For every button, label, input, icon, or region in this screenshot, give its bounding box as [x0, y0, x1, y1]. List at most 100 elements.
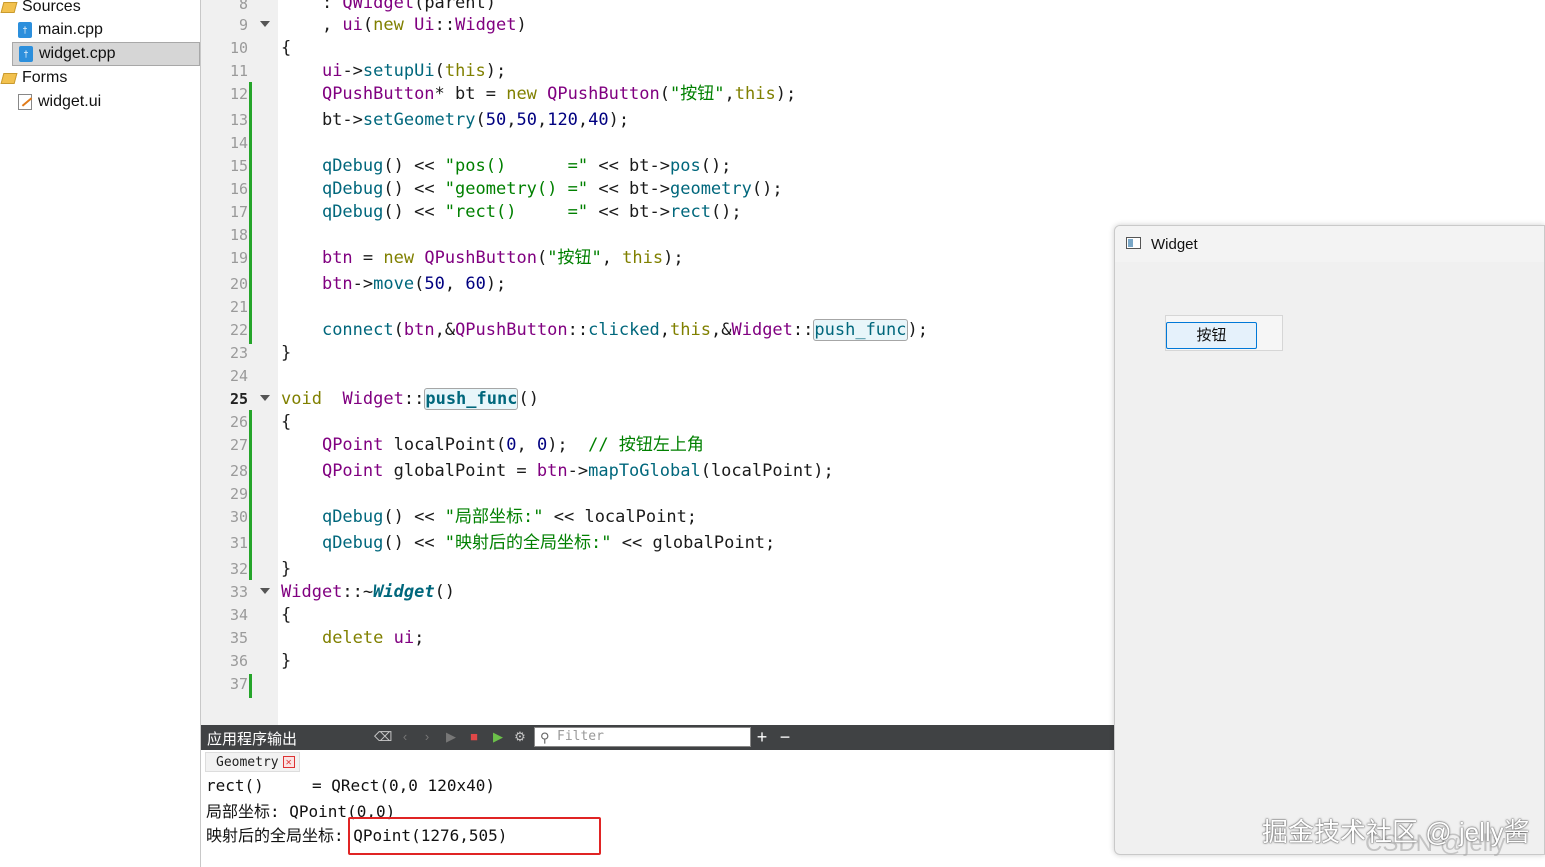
line-number: 16: [229, 180, 248, 198]
line-number: 11: [229, 62, 248, 80]
change-marker: [249, 410, 252, 580]
watermark-juejin: 掘金技术社区 @ jelly酱: [1262, 817, 1530, 847]
tree-item-label: Sources: [22, 0, 81, 15]
line-number: 24: [229, 367, 248, 385]
code-line-36: }: [281, 651, 292, 671]
run-icon[interactable]: ▶: [444, 730, 458, 744]
widget-window: Widget 按钮: [1114, 225, 1545, 855]
gear-icon[interactable]: ⚙: [513, 730, 527, 744]
line-number: 37: [229, 675, 248, 693]
window-title: Widget: [1151, 236, 1198, 253]
line-number: 28: [229, 462, 248, 480]
filter-input[interactable]: ⚲ Filter: [534, 727, 751, 747]
line-number: 14: [229, 134, 248, 152]
push-button[interactable]: 按钮: [1166, 322, 1257, 349]
change-marker: [249, 82, 252, 344]
code-line-25: void Widget::push_func(): [281, 388, 539, 410]
zoom-in-icon[interactable]: +: [755, 728, 769, 746]
tree-item-sources[interactable]: Sources: [0, 0, 198, 19]
code-line-12: QPushButton* bt = new QPushButton("按钮",t…: [321, 84, 797, 104]
line-number: 13: [229, 111, 248, 129]
fold-arrow-icon[interactable]: [260, 588, 270, 594]
line-number-current: 25: [229, 390, 248, 408]
code-line-30: qDebug() << "局部坐标:" << localPoint;: [321, 507, 698, 527]
output-line: rect() = QRect(0,0 120x40): [206, 776, 495, 795]
change-marker: [249, 674, 252, 698]
code-line-20: btn->move(50, 60);: [321, 274, 507, 294]
next-item-icon[interactable]: ›: [420, 730, 434, 744]
stop-icon[interactable]: ■: [467, 730, 481, 744]
line-number: 17: [229, 203, 248, 221]
code-line-27: QPoint localPoint(0, 0); // 按钮左上角: [321, 435, 704, 455]
filter-placeholder: Filter: [557, 729, 604, 744]
code-line-19: btn = new QPushButton("按钮", this);: [321, 248, 684, 268]
window-titlebar[interactable]: Widget: [1115, 226, 1544, 262]
folder-icon: [0, 1, 18, 13]
output-pane-title: 应用程序输出: [207, 731, 298, 748]
line-number: 26: [229, 413, 248, 431]
line-number: 20: [229, 275, 248, 293]
code-line-11: ui->setupUi(this);: [321, 61, 507, 81]
code-line-35: delete ui;: [321, 628, 425, 648]
close-icon[interactable]: ✕: [282, 756, 295, 768]
line-number: 32: [229, 560, 248, 578]
code-line-31: qDebug() << "映射后的全局坐标:" << globalPoint;: [321, 533, 776, 553]
highlight-box: [348, 817, 601, 855]
line-number-gutter: 8 9 10 11 12 13 14 15 16 17 18 19 20 21 …: [201, 0, 278, 725]
line-number: 27: [229, 436, 248, 454]
code-line-34: {: [281, 605, 292, 625]
tree-item-main-cpp[interactable]: † main.cpp: [18, 18, 198, 42]
line-number: 21: [229, 298, 248, 316]
code-line-22: connect(btn,&QPushButton::clicked,this,&…: [321, 319, 928, 341]
line-number: 34: [229, 606, 248, 624]
ui-file-icon: [18, 94, 32, 110]
tree-item-label: widget.cpp: [39, 45, 116, 62]
code-line-9: , ui(new Ui::Widget): [281, 15, 527, 35]
line-number: 10: [229, 39, 248, 57]
code-line-28: QPoint globalPoint = btn->mapToGlobal(lo…: [321, 461, 834, 481]
line-number: 22: [229, 321, 248, 339]
output-pane: Geometry ✕ rect() = QRect(0,0 120x40) 局部…: [201, 750, 1115, 867]
code-line-26: {: [281, 412, 292, 432]
project-tree: Sources † main.cpp † widget.cpp Forms wi…: [0, 0, 201, 867]
tree-item-label: widget.ui: [38, 93, 102, 110]
app-window-icon: [1126, 237, 1141, 249]
code-line-32: }: [281, 559, 292, 579]
line-number: 23: [229, 344, 248, 362]
code-line-13: bt->setGeometry(50,50,120,40);: [281, 110, 630, 130]
tree-item-widget-ui[interactable]: widget.ui: [18, 90, 198, 114]
line-number: 12: [229, 85, 248, 103]
code-line-10: {: [281, 38, 292, 58]
line-number: 9: [238, 16, 248, 34]
code-line-17: qDebug() << "rect() =" << bt->rect();: [321, 202, 742, 222]
previous-item-icon[interactable]: ‹: [398, 730, 412, 744]
folder-icon: [0, 72, 18, 84]
line-number: 15: [229, 157, 248, 175]
code-line-23: }: [281, 343, 292, 363]
tree-item-forms[interactable]: Forms: [0, 66, 198, 90]
debug-run-icon[interactable]: ▶: [491, 730, 505, 744]
fold-arrow-icon[interactable]: [260, 21, 270, 27]
tree-item-widget-cpp[interactable]: † widget.cpp: [12, 42, 200, 66]
search-icon: ⚲: [540, 731, 550, 746]
clear-output-icon[interactable]: ⌫: [374, 730, 392, 744]
tree-item-label: Forms: [22, 69, 68, 86]
code-line-16: qDebug() << "geometry() =" << bt->geomet…: [321, 179, 783, 199]
line-number: 29: [229, 485, 248, 503]
cpp-file-icon: †: [19, 46, 33, 62]
output-tab-geometry[interactable]: Geometry ✕: [205, 752, 300, 772]
line-number: 30: [229, 508, 248, 526]
code-line-33: Widget::~Widget(): [281, 582, 456, 602]
fold-arrow-icon[interactable]: [260, 395, 270, 401]
cpp-file-icon: †: [18, 22, 32, 38]
output-tab-label: Geometry: [216, 754, 279, 770]
line-number: 36: [229, 652, 248, 670]
output-toolbar: 应用程序输出 ⌫ ‹ › ▶ ■ ▶ ⚙ ⚲ Filter + −: [201, 725, 1115, 750]
line-number: 8: [238, 0, 248, 13]
zoom-out-icon[interactable]: −: [778, 728, 792, 746]
code-editor[interactable]: 8 9 10 11 12 13 14 15 16 17 18 19 20 21 …: [201, 0, 1115, 725]
tree-item-label: main.cpp: [38, 21, 103, 38]
line-number: 35: [229, 629, 248, 647]
line-number: 33: [229, 583, 248, 601]
line-number: 31: [229, 534, 248, 552]
